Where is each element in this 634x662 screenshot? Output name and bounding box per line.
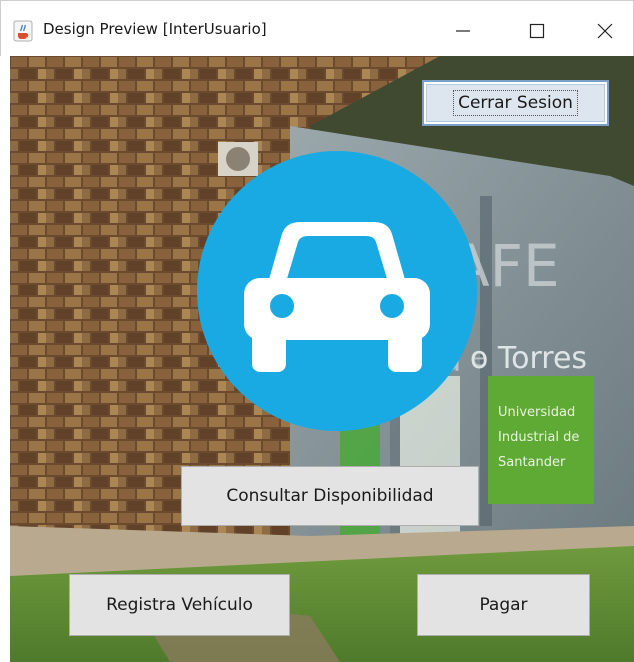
window-title: Design Preview [InterUsuario] [43,20,267,38]
maximize-icon [529,23,545,39]
pay-label: Pagar [479,595,528,615]
window-title-bar[interactable]: Design Preview [InterUsuario] [0,0,634,56]
register-vehicle-label: Registra Vehículo [106,595,253,615]
logout-button[interactable]: Cerrar Sesion [422,80,609,126]
sign-line-2: Industrial de [498,430,579,445]
pay-button[interactable]: Pagar [417,574,590,636]
java-cup-icon[interactable] [13,20,33,42]
close-icon [597,23,613,39]
check-availability-label: Consultar Disponibilidad [226,486,434,506]
logout-button-label: Cerrar Sesion [453,90,578,116]
minimize-button[interactable] [435,9,491,53]
sign-line-3: Santander [498,455,566,470]
content-pane: AFE d e o Torres Universidad Industrial … [10,56,634,662]
minimize-icon [456,30,470,32]
close-button[interactable] [577,9,633,53]
register-vehicle-button[interactable]: Registra Vehículo [69,574,290,636]
car-icon [197,151,477,431]
facade-text: o Torres [470,341,587,376]
maximize-button[interactable] [509,9,565,53]
sign-line-1: Universidad [498,405,575,420]
check-availability-button[interactable]: Consultar Disponibilidad [181,466,479,526]
